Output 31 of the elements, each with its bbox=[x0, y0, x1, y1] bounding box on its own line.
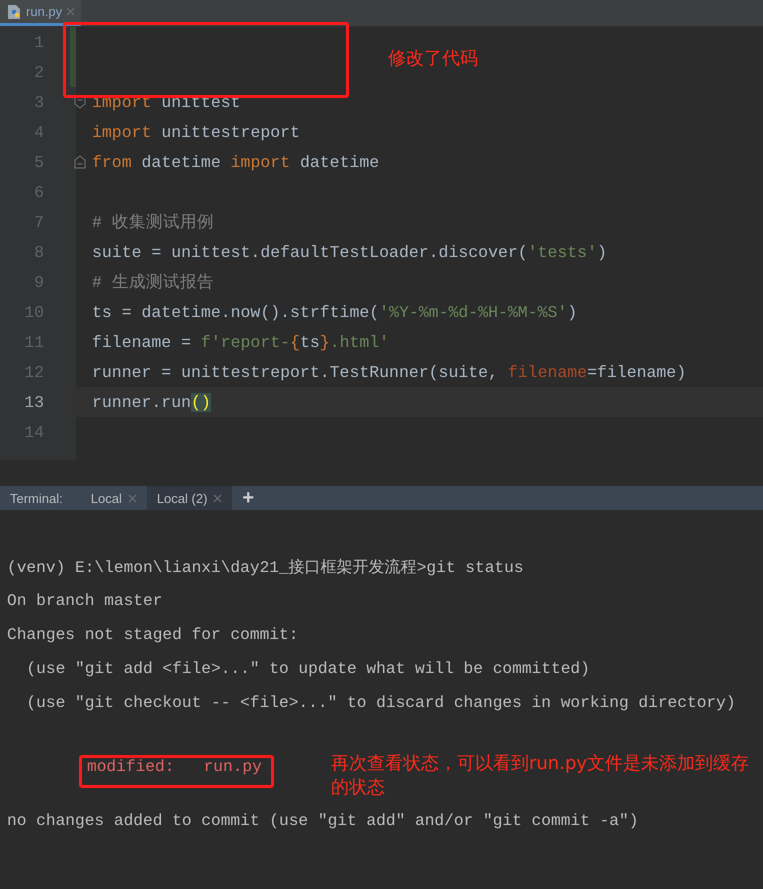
code-line: import unittestreport bbox=[92, 122, 300, 142]
code-line: runner = unittestreport.TestRunner(suite, filename=filename) bbox=[92, 362, 686, 382]
terminal-line: modified: run.py bbox=[87, 758, 262, 776]
close-icon[interactable] bbox=[66, 7, 76, 16]
terminal-line: (venv) E:\lemon\lianxi\day21_接口框架开发流程>git status bbox=[7, 558, 524, 578]
code-line: import unittest bbox=[92, 92, 241, 112]
code-line: filename = f'report-{ts}.html' bbox=[92, 332, 390, 352]
code-line: from datetime import datetime bbox=[92, 152, 380, 172]
file-tab[interactable]: run.py bbox=[0, 0, 82, 26]
annotation: 再次查看状态，可以看到run.py文件是未添加到缓存的状态 bbox=[331, 752, 750, 800]
terminal-tab[interactable]: Local (2) bbox=[146, 486, 232, 510]
terminal-line: (use "git checkout -- <file>..." to discard changes in working directory) bbox=[25, 694, 736, 712]
terminal-line: On branch master bbox=[7, 592, 162, 610]
terminal-line: Changes not staged for commit: bbox=[7, 626, 298, 644]
close-icon[interactable] bbox=[213, 494, 222, 502]
line-number: 13 bbox=[23, 392, 44, 412]
fold-icon[interactable] bbox=[74, 95, 86, 109]
fold-icon[interactable] bbox=[74, 155, 86, 169]
code-line: # 收集测试用例 bbox=[92, 212, 214, 233]
close-icon[interactable] bbox=[128, 494, 137, 502]
terminal-line: (use "git add <file>..." to update what will be committed) bbox=[25, 660, 590, 678]
code-line: runner.run() bbox=[92, 392, 211, 412]
annotation: 修改了代码 bbox=[388, 47, 478, 71]
code-line: suite = unittest.defaultTestLoader.discover('tests') bbox=[92, 242, 607, 262]
new-tab-button[interactable]: + bbox=[232, 486, 264, 510]
code-line: ts = datetime.now().strftime('%Y-%m-%d-%H-%M-%S') bbox=[92, 302, 578, 322]
terminal-label: Terminal: bbox=[9, 490, 64, 508]
code-line: # 生成测试报告 bbox=[92, 272, 214, 293]
python-file-icon bbox=[6, 4, 22, 20]
terminal-line: no changes added to commit (use "git add" and/or "git commit -a") bbox=[7, 812, 638, 830]
terminal-tab[interactable]: Local bbox=[80, 486, 147, 510]
